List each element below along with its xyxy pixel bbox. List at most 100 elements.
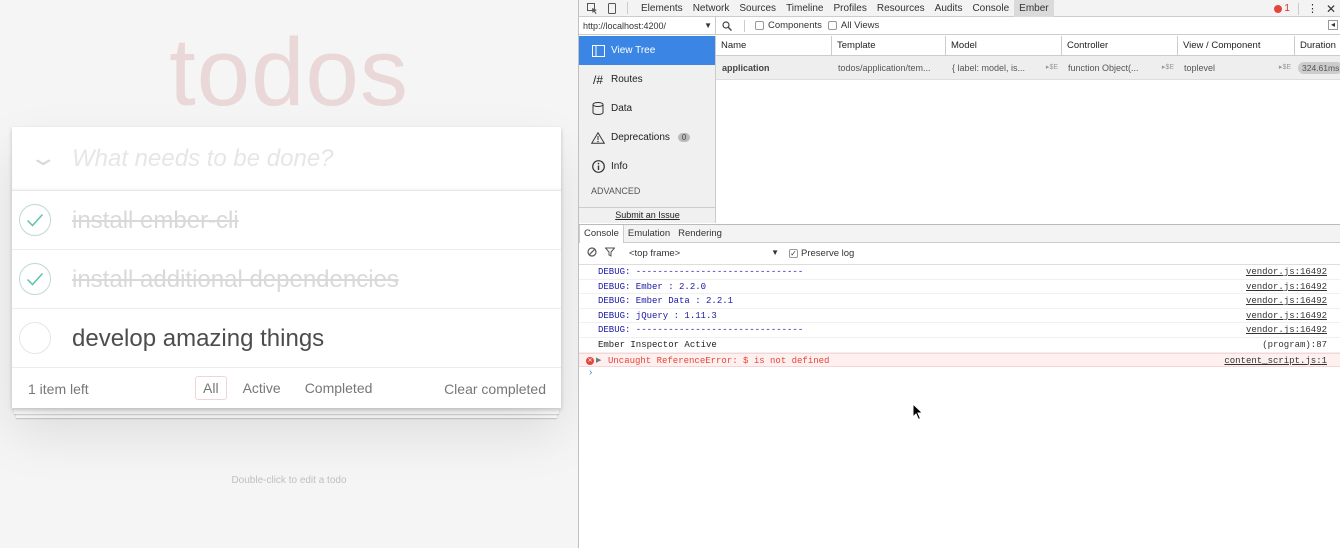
components-checkbox[interactable] bbox=[755, 21, 764, 30]
todo-list: install ember-cli install additional depe… bbox=[12, 191, 561, 368]
tab-emulation[interactable]: Emulation bbox=[624, 225, 674, 243]
tab-ember[interactable]: Ember bbox=[1014, 0, 1054, 17]
tab-rendering[interactable]: Rendering bbox=[674, 225, 726, 243]
todo-item[interactable]: develop amazing things bbox=[12, 309, 561, 368]
row-controller[interactable]: function Object(... ▸$E bbox=[1062, 56, 1178, 79]
console-message-text: DEBUG: jQuery : 1.11.3 bbox=[598, 310, 717, 321]
console-source-link[interactable]: (program):87 bbox=[1262, 338, 1327, 353]
tab-elements[interactable]: Elements bbox=[636, 0, 688, 17]
sidebar-item-deprecations[interactable]: Deprecations 0 bbox=[579, 123, 715, 152]
todo-item[interactable]: install additional dependencies bbox=[12, 250, 561, 309]
console-source-link[interactable]: content_script.js:1 bbox=[1224, 354, 1327, 369]
components-toggle[interactable]: Components bbox=[755, 20, 822, 31]
tab-separator bbox=[1297, 2, 1299, 15]
filter-icon[interactable] bbox=[604, 247, 616, 260]
filter-all[interactable]: All bbox=[195, 376, 227, 400]
tab-profiles[interactable]: Profiles bbox=[828, 0, 871, 17]
device-mode-icon[interactable] bbox=[605, 1, 619, 15]
view-tree-icon bbox=[591, 44, 605, 58]
tab-timeline[interactable]: Timeline bbox=[781, 0, 828, 17]
filter-active[interactable]: Active bbox=[235, 376, 289, 400]
submit-issue-link[interactable]: Submit an Issue bbox=[579, 207, 716, 223]
new-todo-input[interactable] bbox=[72, 127, 542, 191]
filter-completed[interactable]: Completed bbox=[297, 376, 381, 400]
toggle-panel-icon[interactable]: ◂ bbox=[1328, 20, 1338, 30]
console-source-link[interactable]: vendor.js:16492 bbox=[1246, 323, 1327, 338]
tab-network[interactable]: Network bbox=[688, 0, 735, 17]
todo-label[interactable]: install ember-cli bbox=[72, 207, 239, 235]
warning-icon bbox=[591, 131, 605, 145]
console-message-text: Uncaught ReferenceError: $ is not define… bbox=[608, 355, 830, 366]
error-count-badge[interactable]: 1 bbox=[1274, 3, 1290, 14]
todo-title: todos bbox=[169, 19, 409, 126]
console-source-link[interactable]: vendor.js:16492 bbox=[1246, 294, 1327, 309]
all-views-checkbox[interactable] bbox=[827, 21, 837, 30]
table-row[interactable]: application todos/application/tem... { l… bbox=[716, 56, 1340, 80]
all-views-toggle[interactable]: All Views bbox=[827, 20, 879, 31]
preserve-log-checkbox[interactable]: ✓ bbox=[789, 249, 798, 258]
col-name[interactable]: Name bbox=[716, 36, 832, 55]
items-left-count: 1 item left bbox=[28, 381, 89, 397]
send-to-console-icon[interactable]: ▸$E bbox=[1279, 56, 1291, 79]
checkmark-icon bbox=[26, 272, 44, 286]
row-view[interactable]: toplevel ▸$E bbox=[1178, 56, 1295, 79]
expand-triangle-icon[interactable]: ▶ bbox=[596, 354, 601, 369]
send-to-console-icon[interactable]: ▸$E bbox=[1162, 56, 1174, 79]
console-source-link[interactable]: vendor.js:16492 bbox=[1246, 265, 1327, 280]
console-message-text: DEBUG: Ember : 2.2.0 bbox=[598, 281, 707, 292]
console-prompt[interactable]: › bbox=[579, 367, 1340, 381]
dropdown-arrow-icon: ▼ bbox=[771, 248, 779, 257]
preserve-log-toggle[interactable]: ✓ Preserve log bbox=[789, 248, 854, 259]
sidebar-item-info[interactable]: Info bbox=[579, 152, 715, 181]
tab-console[interactable]: Console bbox=[967, 0, 1014, 17]
ember-inspector: http://localhost:4200/ ▼ Components All … bbox=[579, 16, 1340, 223]
row-template: todos/application/tem... bbox=[838, 63, 931, 73]
send-to-console-icon[interactable]: ▸$E bbox=[1046, 56, 1058, 79]
filter-tabs: All Active Completed bbox=[195, 376, 380, 400]
close-icon[interactable]: ✕ bbox=[1326, 2, 1336, 16]
search-icon[interactable] bbox=[722, 20, 736, 31]
deprecations-count-badge: 0 bbox=[677, 133, 691, 142]
clear-completed-button[interactable]: Clear completed bbox=[444, 381, 546, 397]
todo-label[interactable]: install additional dependencies bbox=[72, 266, 399, 294]
row-duration: 324.61ms bbox=[1295, 56, 1340, 79]
todo-info-text: Double-click to edit a todo bbox=[231, 475, 347, 486]
todo-item[interactable]: install ember-cli bbox=[12, 191, 561, 250]
sidebar-item-view-tree[interactable]: View Tree bbox=[579, 36, 715, 65]
console-message-text: DEBUG: ------------------------------- bbox=[598, 267, 804, 277]
console-drawer-tabs: Console Emulation Rendering bbox=[579, 224, 1340, 243]
col-duration[interactable]: Duration bbox=[1295, 36, 1340, 55]
col-template[interactable]: Template bbox=[832, 36, 946, 55]
todo-label[interactable]: develop amazing things bbox=[72, 325, 324, 353]
todo-toggle-checkbox[interactable] bbox=[19, 322, 51, 354]
tab-audits[interactable]: Audits bbox=[930, 0, 968, 17]
todo-toggle-checkbox[interactable] bbox=[19, 204, 51, 236]
sidebar-item-routes[interactable]: /# Routes bbox=[579, 65, 715, 94]
console-line: DEBUG: Ember Data : 2.2.1 vendor.js:16492 bbox=[579, 294, 1340, 309]
inspect-element-icon[interactable] bbox=[585, 1, 599, 15]
col-controller[interactable]: Controller bbox=[1062, 36, 1178, 55]
tab-resources[interactable]: Resources bbox=[872, 0, 930, 17]
col-view-component[interactable]: View / Component bbox=[1178, 36, 1295, 55]
more-options-icon[interactable]: ⋮ bbox=[1307, 2, 1318, 15]
info-icon bbox=[591, 160, 605, 174]
sidebar-item-data[interactable]: Data bbox=[579, 94, 715, 123]
tab-sources[interactable]: Sources bbox=[734, 0, 781, 17]
frame-select[interactable]: <top frame> ▼ bbox=[629, 248, 779, 259]
console-line: DEBUG: ------------------------------- ve… bbox=[579, 323, 1340, 338]
todo-toggle-checkbox[interactable] bbox=[19, 263, 51, 295]
console-source-link[interactable]: vendor.js:16492 bbox=[1246, 309, 1327, 324]
todo-stack-shadow bbox=[14, 408, 559, 414]
col-model[interactable]: Model bbox=[946, 36, 1062, 55]
clear-console-icon[interactable] bbox=[587, 247, 597, 260]
app-url-select[interactable]: http://localhost:4200/ ▼ bbox=[579, 16, 716, 35]
devtools-right-controls: 1 ⋮ ✕ bbox=[1274, 0, 1336, 17]
tab-console[interactable]: Console bbox=[579, 224, 624, 243]
view-tree-table: Name Template Model Controller View / Co… bbox=[716, 36, 1340, 80]
row-model[interactable]: { label: model, is... ▸$E bbox=[946, 56, 1062, 79]
console-toolbar: <top frame> ▼ ✓ Preserve log bbox=[579, 243, 1340, 265]
toggle-all-chevron-icon[interactable]: ⌄ bbox=[28, 145, 58, 171]
toolbar-separator bbox=[744, 19, 745, 32]
console-source-link[interactable]: vendor.js:16492 bbox=[1246, 280, 1327, 295]
ember-sidebar: View Tree /# Routes Data Deprecations 0 bbox=[579, 36, 716, 223]
